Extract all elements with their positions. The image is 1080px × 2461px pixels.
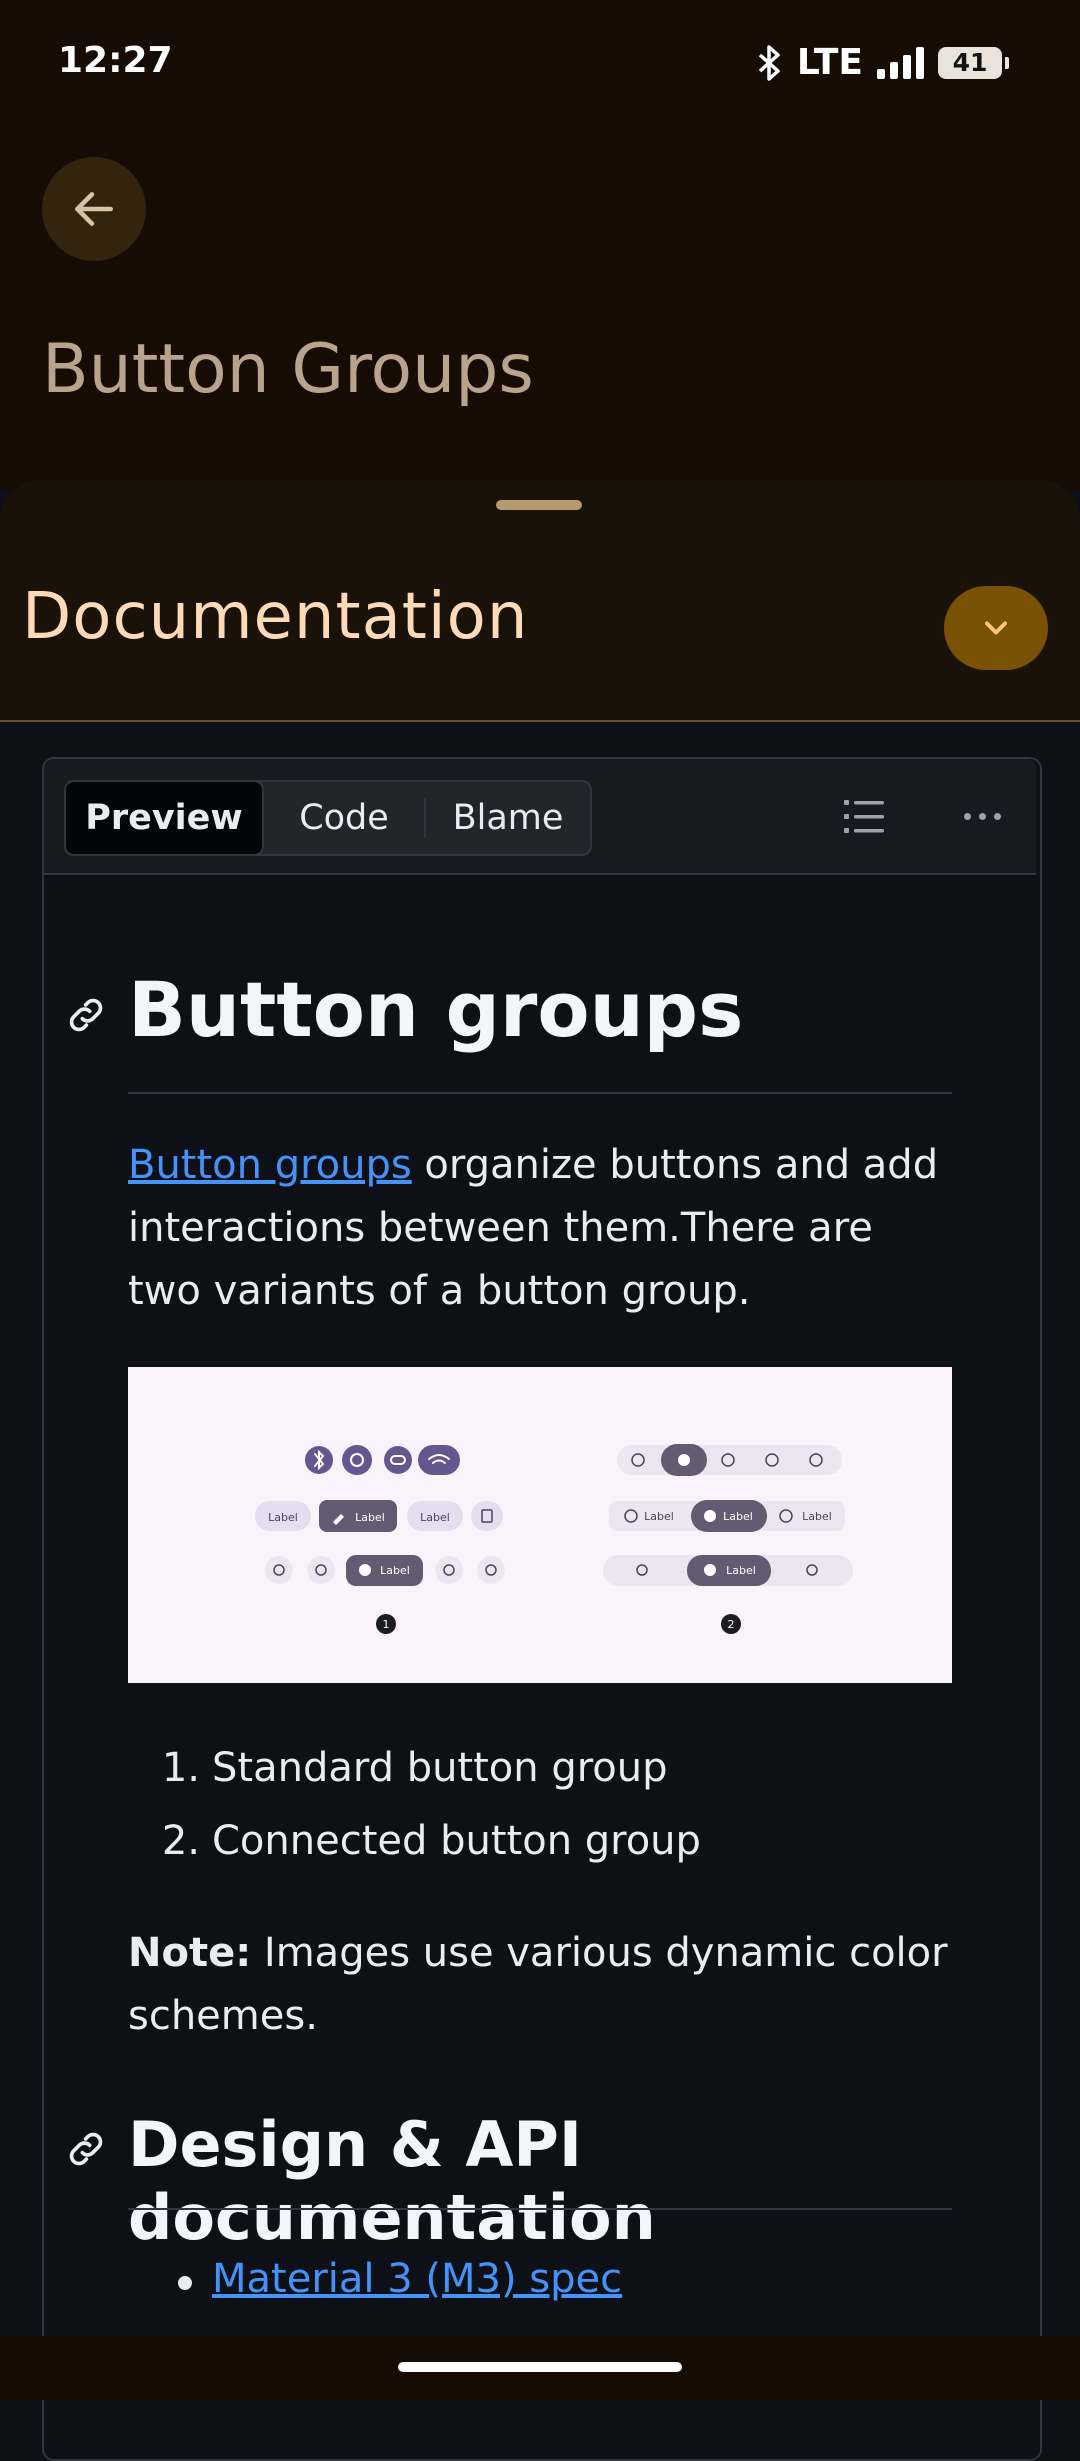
image-label: Label xyxy=(802,1510,832,1523)
battery-level: 41 xyxy=(952,47,988,77)
battery-icon: 41 xyxy=(938,46,1009,79)
list-item: 1. Standard button group xyxy=(161,1745,668,1791)
image-badge-2: 2 xyxy=(728,1618,735,1631)
list-item: 2. Connected button group xyxy=(161,1818,701,1864)
note-label: Note: xyxy=(128,1930,252,1976)
heading-button-groups: Button groups xyxy=(128,965,744,1054)
arrow-left-icon xyxy=(75,192,113,226)
link-icon[interactable] xyxy=(64,993,108,1037)
sheet-drag-handle[interactable] xyxy=(496,500,582,510)
sheet-title: Documentation xyxy=(22,580,529,654)
image-badge-1: 1 xyxy=(383,1618,390,1631)
image-label-selected: Label xyxy=(355,1511,385,1524)
network-label: LTE xyxy=(796,42,863,83)
list-icon xyxy=(844,800,884,833)
more-button[interactable] xyxy=(950,790,1014,842)
variant-list: 1. Standard button group 2. Connected butt… xyxy=(128,1745,948,1891)
image-label: Label xyxy=(420,1511,450,1524)
outline-button[interactable] xyxy=(832,790,896,842)
tab-preview[interactable]: Preview xyxy=(66,782,264,854)
more-horizontal-icon xyxy=(963,812,971,820)
status-icons: LTE 41 xyxy=(757,42,1009,83)
view-mode-tabs: Preview Code Blame xyxy=(64,780,592,856)
heading-divider xyxy=(128,1092,952,1094)
image-label-selected: Label xyxy=(723,1510,753,1523)
bluetooth-icon xyxy=(758,44,780,81)
back-button[interactable] xyxy=(42,157,146,261)
image-label-selected: Label xyxy=(726,1564,756,1577)
image-label: Label xyxy=(268,1511,298,1524)
link-icon[interactable] xyxy=(64,2127,108,2171)
image-label: Label xyxy=(644,1510,674,1523)
button-groups-preview-image: Label Label Label Label 1 Label Label La… xyxy=(128,1367,952,1683)
tab-blame[interactable]: Blame xyxy=(426,782,590,854)
status-time: 12:27 xyxy=(58,40,173,81)
image-label-selected: Label xyxy=(380,1564,410,1577)
heading-divider xyxy=(128,2208,952,2210)
collapse-button[interactable] xyxy=(944,586,1048,670)
chevron-down-icon xyxy=(985,621,1007,635)
page-title: Button Groups xyxy=(42,330,534,409)
m3-spec-link[interactable]: Material 3 (M3) spec xyxy=(212,2256,622,2302)
tab-code[interactable]: Code xyxy=(264,782,424,854)
intro-paragraph: Button groups organize buttons and add i… xyxy=(128,1134,958,1323)
heading-design-api: Design & API documentation xyxy=(128,2108,656,2254)
signal-icon xyxy=(877,46,924,79)
bullet xyxy=(178,2276,192,2290)
note-text: Images use various dynamic color schemes… xyxy=(128,1930,948,2039)
button-groups-link[interactable]: Button groups xyxy=(128,1142,412,1188)
note-paragraph: Note: Images use various dynamic color s… xyxy=(128,1922,958,2048)
gesture-handle[interactable] xyxy=(398,2362,682,2372)
